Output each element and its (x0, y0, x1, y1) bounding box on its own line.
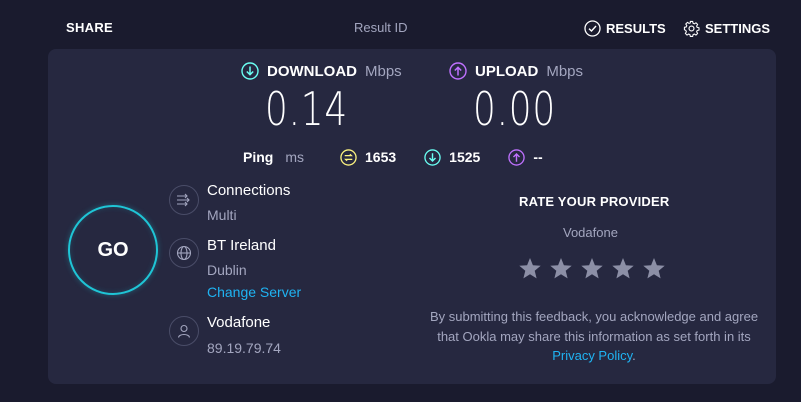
idle-latency-icon (339, 148, 357, 166)
result-id-label: Result ID (354, 20, 408, 35)
client-provider: Vodafone (207, 314, 271, 331)
privacy-policy-link[interactable]: Privacy Policy (552, 348, 632, 363)
gear-icon (682, 19, 700, 37)
star-icon[interactable] (549, 257, 573, 285)
settings-label: SETTINGS (705, 20, 771, 36)
ping-unit: ms (285, 149, 305, 165)
download-label: DOWNLOAD (267, 62, 357, 80)
download-ping-value: 1525 (449, 149, 481, 165)
connections-icon (169, 185, 199, 215)
download-header: DOWNLOAD Mbps (241, 62, 402, 80)
ping-label: Ping (243, 149, 274, 165)
rating-provider-name: Vodafone (563, 225, 618, 240)
upload-arrow-icon (449, 62, 467, 80)
disclaimer-period: . (632, 348, 636, 363)
check-circle-icon (583, 19, 601, 37)
upload-latency-icon (507, 148, 525, 166)
server-isp: BT Ireland (207, 237, 276, 254)
share-button[interactable]: SHARE (66, 20, 113, 35)
upload-unit: Mbps (546, 62, 584, 80)
settings-button[interactable]: SETTINGS (682, 19, 770, 37)
globe-icon (169, 238, 199, 268)
upload-speed-value: 0.00 (473, 82, 557, 136)
server-city: Dublin (207, 262, 247, 278)
upload-ping: -- (507, 148, 543, 166)
upload-ping-value: -- (533, 149, 543, 165)
upload-header: UPLOAD Mbps (449, 62, 583, 80)
user-icon (169, 316, 199, 346)
star-icon[interactable] (518, 257, 542, 285)
go-button[interactable]: GO (68, 205, 158, 295)
rate-provider-title: RATE YOUR PROVIDER (519, 194, 670, 209)
result-panel: DOWNLOAD Mbps 0.14 UPLOAD Mbps 0.00 Ping… (48, 49, 776, 384)
disclaimer-text: By submitting this feedback, you acknowl… (429, 309, 759, 344)
download-unit: Mbps (365, 62, 402, 80)
top-bar: SHARE Result ID RESULTS SETTINGS (0, 0, 801, 56)
upload-label: UPLOAD (475, 62, 539, 80)
download-ping: 1525 (423, 148, 480, 166)
download-arrow-icon (241, 62, 259, 80)
download-speed-value: 0.14 (265, 82, 349, 136)
change-server-link[interactable]: Change Server (207, 284, 301, 300)
ping-row: Ping ms 1653 1525 -- (243, 148, 570, 166)
client-ip: 89.19.79.74 (207, 340, 281, 356)
feedback-disclaimer: By submitting this feedback, you acknowl… (426, 307, 762, 366)
download-latency-icon (423, 148, 441, 166)
star-icon[interactable] (611, 257, 635, 285)
idle-ping: 1653 (339, 148, 396, 166)
connections-value: Multi (207, 207, 237, 223)
results-label: RESULTS (606, 20, 666, 36)
connections-title: Connections (207, 182, 291, 199)
results-button[interactable]: RESULTS (583, 19, 666, 37)
star-icon[interactable] (580, 257, 604, 285)
idle-ping-value: 1653 (365, 149, 397, 165)
star-icon[interactable] (642, 257, 666, 285)
star-rating (518, 257, 666, 285)
